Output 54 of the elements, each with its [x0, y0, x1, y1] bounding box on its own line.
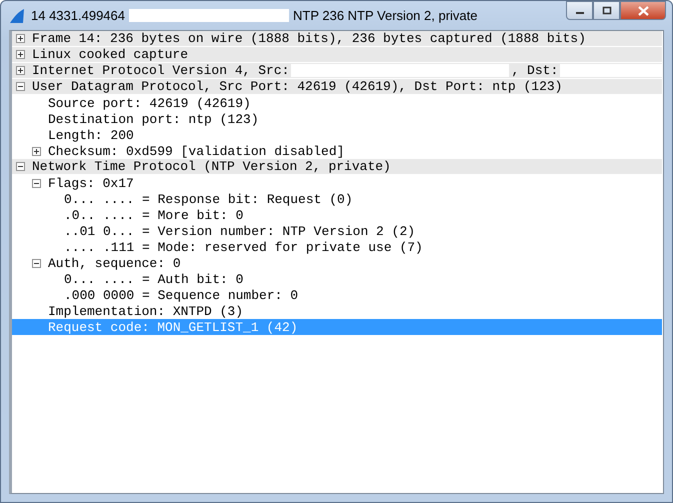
tree-row[interactable]: Length: 200 [12, 127, 662, 143]
field-text: .0.. .... = More bit: 0 [64, 208, 244, 222]
maximize-icon [602, 6, 612, 15]
expand-icon[interactable] [16, 34, 25, 43]
field-text: Implementation: XNTPD (3) [48, 304, 244, 318]
collapse-icon[interactable] [16, 82, 25, 91]
field-text: Frame 14: 236 bytes on wire (1888 bits), 236 bytes captured (1888 bits) [32, 31, 586, 46]
field-text: Network Time Protocol (NTP Version 2, private) [32, 159, 391, 174]
field-text: Internet Protocol Version 4, Src: [32, 63, 290, 78]
minimize-button[interactable] [566, 1, 593, 20]
field-text: Auth, sequence: 0 [48, 256, 181, 270]
field-text: User Datagram Protocol, Src Port: 42619 (42619), Dst Port: ntp (123) [32, 79, 562, 94]
field-text: Destination port: ntp (123) [48, 112, 259, 126]
tree-row[interactable]: .000 0000 = Sequence number: 0 [12, 287, 662, 303]
maximize-button[interactable] [593, 1, 620, 20]
tree-row[interactable]: Source port: 42619 (42619) [12, 95, 662, 111]
expand-icon[interactable] [16, 50, 25, 59]
fin-icon [9, 8, 25, 24]
window-title: 14 4331.499464 [31, 8, 125, 23]
tree-row[interactable]: 0... .... = Auth bit: 0 [12, 271, 662, 287]
field-text: Checksum: 0xd599 [validation disabled] [48, 144, 344, 158]
field-text: Flags: 0x17 [48, 176, 134, 190]
close-icon [638, 6, 648, 16]
field-text: Source port: 42619 (42619) [48, 96, 251, 110]
close-button[interactable] [620, 1, 666, 20]
tree-row[interactable]: Flags: 0x17 [12, 175, 662, 191]
tree-row[interactable]: Auth, sequence: 0 [12, 255, 662, 271]
tree-row[interactable]: .0.. .... = More bit: 0 [12, 207, 662, 223]
tree-row[interactable]: .... .111 = Mode: reserved for private use (7) [12, 239, 662, 255]
expand-icon[interactable] [32, 146, 41, 156]
collapse-icon[interactable] [32, 258, 41, 268]
protocol-row[interactable]: Internet Protocol Version 4, Src: , Dst: [12, 63, 662, 79]
tree-row[interactable]: ..01 0... = Version number: NTP Version 2 (2) [12, 223, 662, 239]
collapse-icon[interactable] [16, 162, 25, 171]
field-text: Linux cooked capture [32, 47, 188, 62]
protocol-row[interactable]: Linux cooked capture [12, 47, 662, 63]
protocol-row[interactable]: Network Time Protocol (NTP Version 2, private) [12, 159, 662, 175]
protocol-row[interactable]: Frame 14: 236 bytes on wire (1888 bits), 236 bytes captured (1888 bits) [12, 31, 662, 47]
expand-icon[interactable] [16, 66, 25, 75]
field-text: Length: 200 [48, 128, 134, 142]
tree-row[interactable]: Implementation: XNTPD (3) [12, 303, 662, 319]
window-title: NTP 236 NTP Version 2, private [292, 8, 478, 23]
field-text: Request code: MON_GETLIST_1 (42) [48, 320, 298, 334]
field-text: ..01 0... = Version number: NTP Version 2 (2) [64, 224, 416, 238]
field-text: 0... .... = Auth bit: 0 [64, 272, 244, 286]
field-text: .... .111 = Mode: reserved for private use (7) [64, 240, 423, 254]
field-text: 0... .... = Response bit: Request (0) [64, 192, 353, 206]
tree-row[interactable]: Checksum: 0xd599 [validation disabled] [12, 143, 662, 159]
field-text: , Dst: [511, 63, 558, 78]
protocol-row[interactable]: User Datagram Protocol, Src Port: 42619 (42619), Dst Port: ntp (123) [12, 79, 662, 95]
tree-row[interactable]: Destination port: ntp (123) [12, 111, 662, 127]
tree-row[interactable]: 0... .... = Response bit: Request (0) [12, 191, 662, 207]
field-text: .000 0000 = Sequence number: 0 [64, 288, 298, 302]
collapse-icon[interactable] [32, 178, 41, 188]
